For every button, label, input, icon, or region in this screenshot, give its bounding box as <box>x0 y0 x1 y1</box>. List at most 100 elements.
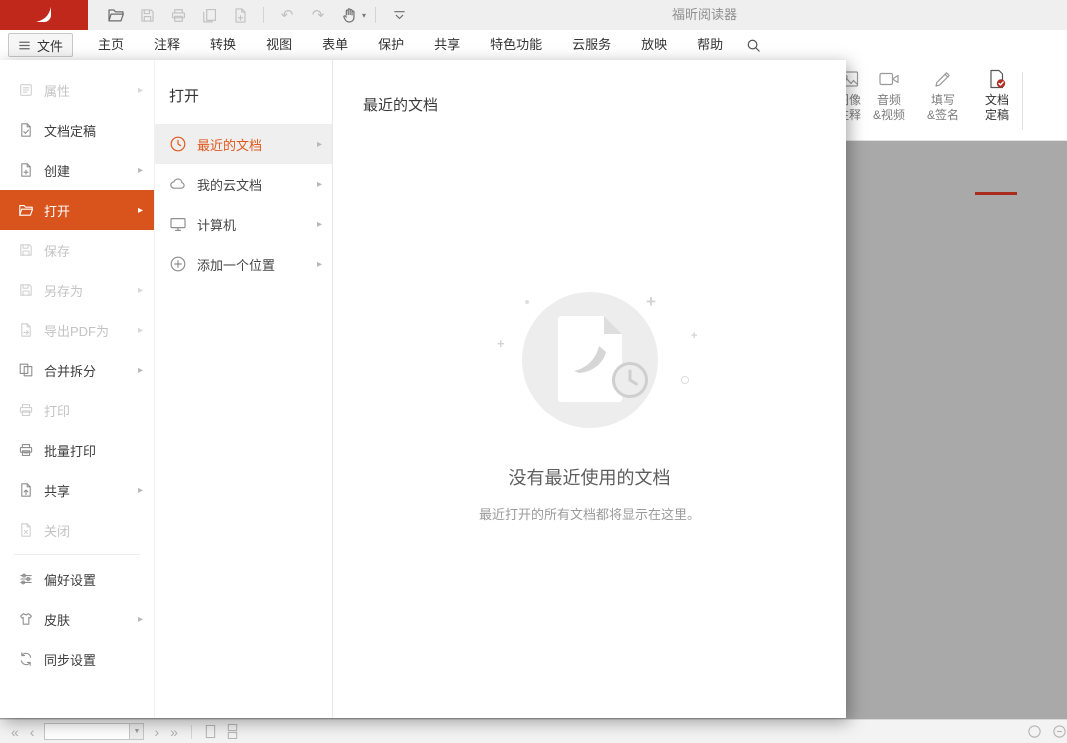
page-dropdown-icon[interactable]: ▼ <box>130 723 144 740</box>
decoration-plus: + <box>646 292 656 312</box>
file-menu-item-create[interactable]: 创建 ▸ <box>0 150 154 190</box>
fill-sign-button[interactable]: 填写 &签名 <box>916 68 970 134</box>
file-menu-item-share[interactable]: 共享 ▸ <box>0 470 154 510</box>
empty-state: + + + 没有最近使用的文档 最近打开的所有文档都将显示在这里。 <box>333 292 846 523</box>
duplicate-doc-button[interactable] <box>195 3 223 27</box>
audio-video-button[interactable]: 音频 &视频 <box>862 68 916 134</box>
tab-cloud-service[interactable]: 云服务 <box>557 30 626 60</box>
active-tool-indicator <box>975 192 1017 195</box>
submenu-arrow-icon: ▸ <box>138 165 143 176</box>
page-number-input[interactable] <box>44 723 130 740</box>
file-menu-list: 属性 ▸ 文档定稿 创建 ▸ 打开 ▸ 保存 <box>0 60 155 718</box>
last-page-button[interactable]: » <box>167 725 181 739</box>
file-menu-item-sync-settings[interactable]: 同步设置 <box>0 639 154 679</box>
open-item-cloud-documents[interactable]: 我的云文档 ▸ <box>155 164 332 204</box>
toolbar-divider <box>375 7 376 23</box>
open-item-computer[interactable]: 计算机 ▸ <box>155 204 332 244</box>
open-file-button[interactable] <box>102 3 130 27</box>
file-menu-item-properties[interactable]: 属性 ▸ <box>0 70 154 110</box>
file-menu-item-open[interactable]: 打开 ▸ <box>0 190 154 230</box>
page-number-control: ▼ <box>44 723 144 740</box>
tab-help[interactable]: 帮助 <box>682 30 738 60</box>
decoration-plus: + <box>497 336 505 351</box>
file-menu-item-preferences[interactable]: 偏好设置 <box>0 559 154 599</box>
foxit-logo <box>0 0 88 30</box>
file-menu-item-export-pdf[interactable]: 导出PDF为 ▸ <box>0 310 154 350</box>
undo-button[interactable]: ↶ <box>273 3 301 27</box>
audio-video-icon <box>878 68 900 90</box>
tab-view[interactable]: 视图 <box>251 30 307 60</box>
tab-form[interactable]: 表单 <box>307 30 363 60</box>
hand-mode-button[interactable] <box>1025 724 1044 739</box>
submenu-arrow-icon: ▸ <box>317 259 322 270</box>
redo-icon: ↷ <box>312 8 325 23</box>
hand-tool-dropdown-icon[interactable]: ▾ <box>362 11 366 20</box>
file-menu-button[interactable]: 文件 <box>8 33 73 57</box>
new-doc-button[interactable] <box>226 3 254 27</box>
ribbon-tabs: 主页 注释 转换 视图 表单 保护 共享 特色功能 云服务 放映 帮助 <box>83 30 738 60</box>
open-folder-icon <box>18 202 34 218</box>
hand-tool-icon <box>341 7 358 24</box>
submenu-arrow-icon: ▸ <box>138 285 143 296</box>
empty-state-title: 没有最近使用的文档 <box>333 464 846 490</box>
tab-protect[interactable]: 保护 <box>363 30 419 60</box>
print-icon <box>170 7 187 24</box>
doc-check-icon <box>18 122 34 138</box>
submenu-arrow-icon: ▸ <box>138 365 143 376</box>
fill-sign-icon <box>932 68 954 90</box>
submenu-arrow-icon: ▸ <box>317 179 322 190</box>
ribbon-button-label: 填写 <box>931 93 955 108</box>
hamburger-icon <box>18 39 31 52</box>
tab-slideshow[interactable]: 放映 <box>626 30 682 60</box>
single-page-view-button[interactable] <box>202 724 219 739</box>
tab-home[interactable]: 主页 <box>83 30 139 60</box>
next-page-button[interactable]: › <box>151 725 162 739</box>
add-circle-icon <box>169 255 187 273</box>
file-menu-item-close[interactable]: 关闭 <box>0 510 154 550</box>
prev-page-button[interactable]: ‹ <box>27 725 38 739</box>
tab-comment[interactable]: 注释 <box>139 30 195 60</box>
open-item-recent-documents[interactable]: 最近的文档 ▸ <box>155 124 332 164</box>
doc-share-icon <box>18 482 34 498</box>
save-button[interactable] <box>133 3 161 27</box>
continuous-view-button[interactable] <box>224 724 241 739</box>
statusbar: « ‹ ▼ › » <box>0 719 1067 743</box>
decoration-plus: + <box>691 330 697 342</box>
customize-toolbar-icon <box>391 7 408 24</box>
file-menu-item-print[interactable]: 打印 <box>0 390 154 430</box>
submenu-arrow-icon: ▸ <box>138 485 143 496</box>
copy-doc-icon <box>201 7 218 24</box>
computer-icon <box>169 215 187 233</box>
recent-documents-panel: 最近的文档 + + + 没有最近使用的文档 最近打开的所有文档都将显示在这里。 <box>333 60 846 718</box>
file-menu-item-skin[interactable]: 皮肤 ▸ <box>0 599 154 639</box>
submenu-arrow-icon: ▸ <box>138 325 143 336</box>
zoom-controls <box>1025 724 1067 739</box>
file-menu-item-save-as[interactable]: 另存为 ▸ <box>0 270 154 310</box>
hand-tool-button[interactable] <box>335 3 363 27</box>
first-page-button[interactable]: « <box>8 725 22 739</box>
file-menu-label: 文件 <box>37 36 63 55</box>
tab-convert[interactable]: 转换 <box>195 30 251 60</box>
file-menu-item-save[interactable]: 保存 <box>0 230 154 270</box>
submenu-arrow-icon: ▸ <box>138 205 143 216</box>
search-button[interactable] <box>742 34 765 57</box>
tab-special-features[interactable]: 特色功能 <box>475 30 557 60</box>
tab-share[interactable]: 共享 <box>419 30 475 60</box>
search-icon <box>746 38 761 53</box>
doc-finalize-button[interactable]: 文档 定稿 <box>970 68 1024 134</box>
redo-button[interactable]: ↷ <box>304 3 332 27</box>
file-menu-item-batch-print[interactable]: 批量打印 <box>0 430 154 470</box>
file-menu-item-merge-split[interactable]: 合并拆分 ▸ <box>0 350 154 390</box>
open-item-add-place[interactable]: 添加一个位置 ▸ <box>155 244 332 284</box>
open-panel-title: 打开 <box>155 60 332 124</box>
file-menu-item-doc-finalize[interactable]: 文档定稿 <box>0 110 154 150</box>
doc-finalize-icon <box>986 68 1008 90</box>
print-button[interactable] <box>164 3 192 27</box>
ribbon-button-label: &签名 <box>927 108 959 123</box>
customize-toolbar-button[interactable] <box>385 3 413 27</box>
new-doc-icon <box>232 7 249 24</box>
decoration-dot <box>525 300 529 304</box>
zoom-out-button[interactable] <box>1050 724 1067 739</box>
file-menu-panel: 属性 ▸ 文档定稿 创建 ▸ 打开 ▸ 保存 <box>0 60 846 718</box>
window-title: 福昕阅读器 <box>672 0 737 30</box>
